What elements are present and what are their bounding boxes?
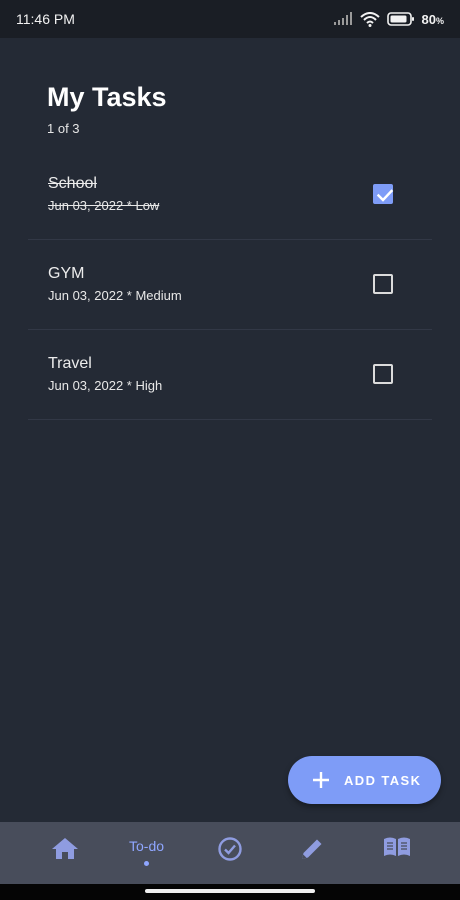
gesture-bar — [0, 884, 460, 900]
home-indicator[interactable] — [145, 889, 315, 893]
home-icon — [52, 838, 78, 859]
battery-icon — [386, 12, 414, 26]
task-item-travel[interactable]: Travel Jun 03, 2022 * High — [28, 330, 432, 420]
add-task-button[interactable]: ADD TASK — [288, 756, 441, 804]
battery-level: 80% — [421, 11, 444, 27]
status-icons: 80% — [333, 12, 444, 27]
task-item-school[interactable]: School Jun 03, 2022 * Low — [28, 150, 432, 240]
task-checkbox[interactable] — [373, 184, 394, 204]
status-bar: 11:46 PM 80% — [0, 0, 460, 38]
bottom-nav: To-do — [0, 822, 460, 884]
task-checkbox[interactable] — [373, 364, 393, 384]
nav-journal[interactable] — [383, 836, 411, 876]
task-meta: Jun 03, 2022 * Medium — [48, 288, 182, 303]
signal-icon — [333, 12, 352, 25]
plus-icon — [313, 772, 329, 788]
nav-home[interactable] — [51, 836, 79, 876]
active-indicator — [144, 861, 150, 866]
nav-edit[interactable] — [299, 836, 325, 876]
task-meta: Jun 03, 2022 * High — [48, 378, 163, 393]
add-task-label: ADD TASK — [344, 772, 422, 788]
task-meta: Jun 03, 2022 * Low — [48, 198, 160, 213]
task-count: 1 of 3 — [47, 121, 80, 136]
status-time: 11:46 PM — [16, 11, 75, 27]
task-item-gym[interactable]: GYM Jun 03, 2022 * Medium — [28, 240, 432, 330]
task-list: School Jun 03, 2022 * Low GYM Jun 03, 20… — [28, 150, 432, 420]
nav-todo-label: To-do — [129, 838, 165, 854]
pencil-icon — [302, 839, 322, 859]
check-circle-icon — [218, 837, 242, 861]
task-name: GYM — [48, 265, 85, 282]
wifi-icon — [359, 11, 380, 27]
checkmark-icon — [376, 189, 394, 202]
page-title: My Tasks — [47, 82, 167, 112]
book-open-icon — [384, 837, 410, 856]
nav-todo[interactable]: To-do — [129, 830, 164, 870]
task-name: School — [48, 175, 97, 192]
nav-completed[interactable] — [217, 836, 243, 876]
task-name: Travel — [48, 355, 92, 372]
task-checkbox[interactable] — [373, 274, 393, 294]
